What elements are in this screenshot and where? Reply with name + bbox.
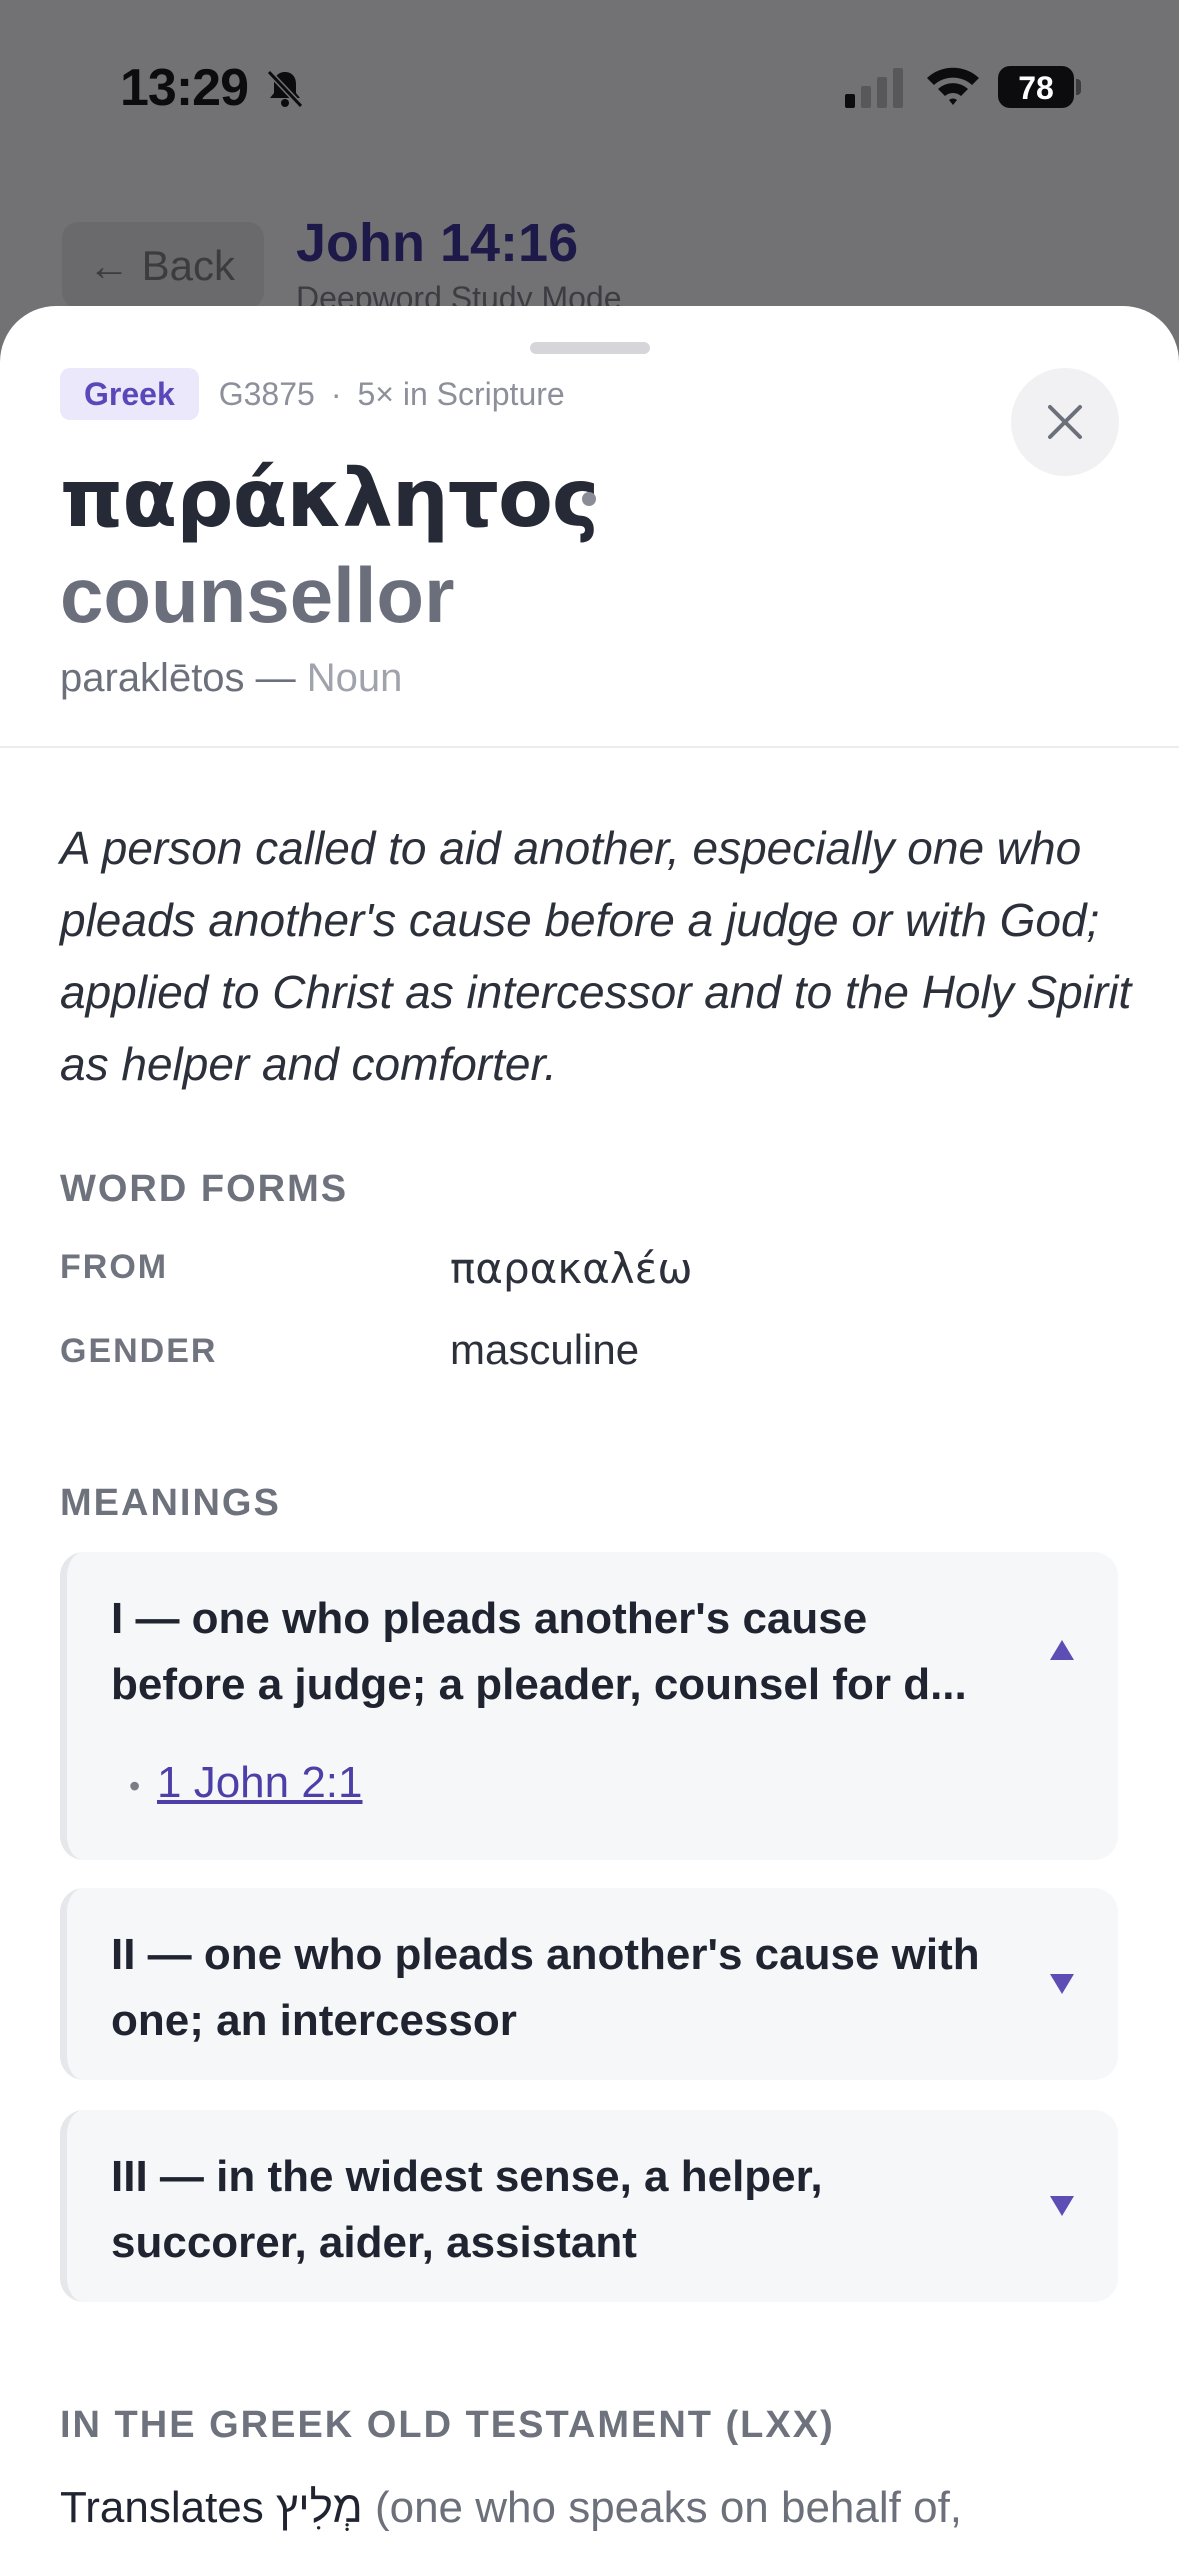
divider (0, 746, 1179, 748)
battery-icon: 78 (998, 66, 1081, 108)
lxx-hebrew: מְלִיץ (276, 2483, 363, 2532)
part-of-speech: Noun (306, 656, 403, 700)
meanings-label: MEANINGS (60, 1482, 281, 1524)
language-badge: Greek (60, 368, 199, 420)
battery-tip (1076, 79, 1081, 95)
close-icon (1048, 405, 1082, 439)
transliteration: paraklētos — Noun (60, 656, 402, 701)
meaning-card-3[interactable]: III — in the widest sense, a helper, suc… (60, 2110, 1118, 2302)
caret-up-icon[interactable] (1048, 1638, 1076, 1662)
word-forms-label: WORD FORMS (60, 1168, 349, 1210)
sheet-grabber[interactable] (530, 342, 650, 354)
lxx-label: IN THE GREEK OLD TESTAMENT (LXX) (60, 2404, 835, 2446)
caret-down-icon[interactable] (1048, 1972, 1076, 1996)
back-label: ← Back (88, 242, 236, 289)
lxx-translation: Translates מְלִיץ (one who speaks on beh… (60, 2474, 1160, 2556)
meta-separator: · (330, 375, 342, 412)
word-study-sheet: Greek G3875 · 5× in Scripture παράκλητος… (0, 306, 1179, 2556)
back-button[interactable]: ← Back (62, 222, 264, 308)
headword: παράκλητος (60, 452, 599, 545)
passage-title: John 14:16 (296, 213, 579, 273)
reference-bullet: • (129, 1768, 141, 1804)
meaning-text: III — in the widest sense, a helper, suc… (111, 2152, 823, 2267)
bell-muted-icon (266, 69, 304, 109)
battery-level: 78 (1018, 70, 1054, 106)
definition: A person called to aid another, especial… (60, 822, 1132, 1090)
word-meta: Greek G3875 · 5× in Scripture (60, 368, 565, 420)
occurrence-count: 5× in Scripture (357, 375, 565, 412)
status-bar: 13:29 78 (0, 0, 1179, 175)
status-time: 13:29 (120, 59, 249, 117)
gender-key: GENDER (60, 1332, 218, 1370)
scripture-reference-link[interactable]: 1 John 2:1 (157, 1758, 363, 1808)
from-value: παρακαλέω (450, 1244, 693, 1293)
headword-dot (582, 492, 596, 506)
from-key: FROM (60, 1248, 169, 1286)
meaning-card-2[interactable]: II — one who pleads another's cause with… (60, 1888, 1118, 2080)
meaning-text: I — one who pleads another's cause befor… (111, 1594, 967, 1709)
strongs-number: G3875 (218, 375, 315, 412)
cellular-signal-icon (845, 68, 903, 108)
close-button[interactable] (1011, 368, 1119, 476)
caret-down-icon[interactable] (1048, 2194, 1076, 2218)
meaning-text: II — one who pleads another's cause with… (111, 1930, 980, 2045)
wifi-icon (927, 67, 979, 105)
gender-value: masculine (450, 1326, 640, 1373)
gloss: counsellor (60, 551, 455, 639)
lxx-translates: Translates (60, 2483, 277, 2532)
transliteration-text: paraklētos — (60, 656, 307, 700)
meaning-card-1[interactable]: I — one who pleads another's cause befor… (60, 1552, 1118, 1860)
